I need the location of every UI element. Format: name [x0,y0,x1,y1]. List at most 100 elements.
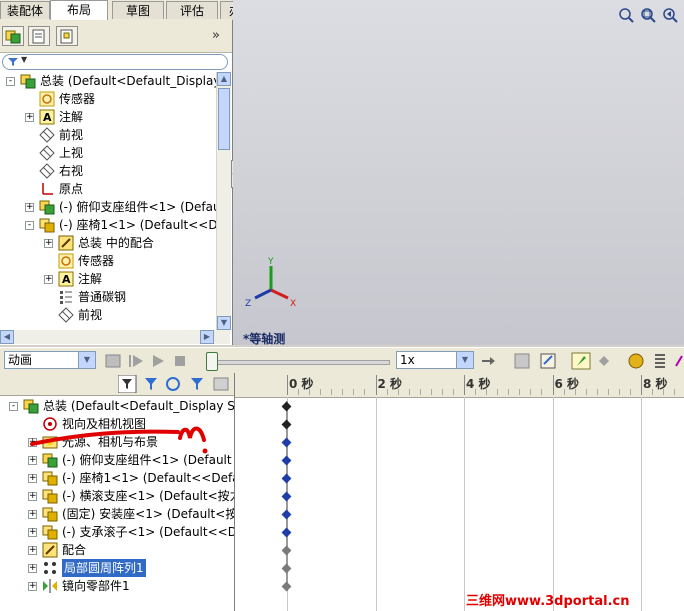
scroll-up-button[interactable]: ▲ [217,72,231,86]
add-update-key-icon[interactable] [599,356,609,366]
filter-animated-icon[interactable] [145,378,157,390]
expand-toggle-icon[interactable]: + [28,492,37,501]
feature-tree-item[interactable]: + A 注解 [0,108,216,126]
material-icon [58,289,74,305]
feature-tree-item-label: 注解 [78,272,103,286]
plane-icon [39,163,55,179]
graphics-viewport[interactable]: Y X Z *等轴测 [233,0,684,346]
motion-tree-item[interactable]: + 配合 [0,541,234,559]
expand-toggle-icon[interactable]: + [28,528,37,537]
save-animation-icon[interactable] [514,353,530,369]
tab-assembly[interactable]: 装配体 [0,1,50,19]
feature-tree-item[interactable]: 前视 [0,126,216,144]
timeline-area[interactable]: 0 秒2 秒4 秒6 秒8 秒 [235,373,684,611]
keyframe-diamond[interactable] [281,563,292,574]
calculate-icon[interactable] [105,354,121,368]
tab-sketch[interactable]: 草图 [112,1,164,19]
motion-tree-item-label: 镜向零部件1 [62,579,130,593]
feature-tree-item[interactable]: + A 注解 [0,270,216,288]
stop-icon[interactable] [175,356,185,366]
timeline-slider[interactable] [206,352,390,371]
feature-tree-item[interactable]: 原点 [0,180,216,198]
motion-tree-item[interactable]: - 总装 (Default<Default_Display S [0,397,234,415]
expand-toggle-icon[interactable]: + [28,474,37,483]
feature-tree-item[interactable]: + (-) 俯仰支座组件<1> (Default< [0,198,216,216]
autokey-icon[interactable] [571,352,591,370]
collapse-toggle-icon[interactable]: - [6,77,15,86]
feature-tree-item-label: 前视 [78,308,103,322]
keyframe-diamond[interactable] [281,527,292,538]
motion-study-toolbar: 动画 ▼ 1x ▼ [0,347,684,374]
expand-toggle-icon[interactable]: + [25,203,34,212]
arrow-right-icon[interactable] [482,357,495,365]
keyframe-diamond[interactable] [281,491,292,502]
chevron-down-icon: ▼ [456,352,473,368]
expand-toggle-icon[interactable]: + [28,546,37,555]
motion-tree-item[interactable]: + (-) 横滚支座<1> (Default<按力 [0,487,234,505]
filter-all-icon[interactable] [118,375,137,393]
feature-tree-item[interactable]: 传感器 [0,252,216,270]
scroll-thumb[interactable] [218,88,230,150]
playback-speed-select[interactable]: 1x ▼ [396,351,474,369]
study-type-select[interactable]: 动画 ▼ [4,351,96,369]
expand-toggle-icon[interactable]: + [28,582,37,591]
keyframe-diamond[interactable] [281,509,292,520]
motor-icon[interactable] [628,353,644,369]
expand-toggle-icon[interactable]: + [28,510,37,519]
feature-tree-item[interactable]: 普通碳钢 [0,288,216,306]
slider-thumb[interactable] [206,352,218,371]
motion-tree-item[interactable]: + 镜向零部件1 [0,577,234,595]
motion-tree-item[interactable]: + (-) 支承滚子<1> (Default<<De [0,523,234,541]
expand-panel-chevron-icon[interactable]: » [212,28,220,43]
keyframe-diamond[interactable] [281,437,292,448]
feature-tree-tab-button[interactable] [2,26,24,46]
filter-results-icon[interactable] [213,377,229,391]
assembly-icon [20,73,36,89]
tab-evaluate[interactable]: 评估 [166,1,218,19]
motion-tree-item[interactable]: + (固定) 安装座<1> (Default<按 [0,505,234,523]
keyframe-diamond[interactable] [281,545,292,556]
assembly-icon [39,199,55,215]
keyframe-diamond[interactable] [281,401,292,412]
feature-tree-item[interactable]: 传感器 [0,90,216,108]
motion-tree-item[interactable]: + 局部圆周阵列1 [0,559,234,577]
tab-layout[interactable]: 布局 [50,0,108,20]
scroll-down-button[interactable]: ▼ [217,316,231,330]
property-icon [32,29,45,44]
collapse-toggle-icon[interactable]: - [25,221,34,230]
part-icon [39,217,55,233]
feature-tree-item[interactable]: - (-) 座椅1<1> (Default<<Defaul [0,216,216,234]
filter-driving-icon[interactable] [166,377,180,391]
spring-icon[interactable] [655,354,665,368]
expand-toggle-icon[interactable]: + [44,275,53,284]
expand-toggle-icon[interactable]: + [28,564,37,573]
feature-tree-filter[interactable]: ▼ [2,54,228,70]
property-manager-tab-button[interactable] [28,26,50,46]
expand-toggle-icon[interactable]: + [44,239,53,248]
playback-speed-value: 1x [400,353,415,367]
play-from-start-icon[interactable] [129,355,143,367]
contact-icon[interactable] [675,355,683,367]
keyframe-diamond[interactable] [281,581,292,592]
feature-tree-horizontal-scrollbar[interactable]: ◀ ▶ [0,330,230,344]
scroll-left-button[interactable]: ◀ [0,330,14,344]
feature-tree-item[interactable]: + 总装 中的配合 [0,234,216,252]
feature-tree-item[interactable]: - 总装 (Default<Default_Display S [0,72,216,90]
expand-toggle-icon[interactable]: + [25,113,34,122]
timeline-gridline [375,397,377,611]
feature-tree-item[interactable]: 前视 [0,306,216,324]
play-icon[interactable] [153,355,164,367]
keyframe-diamond[interactable] [281,473,292,484]
feature-tree-vertical-scrollbar[interactable]: ▲ ▼ [216,72,231,330]
motion-tree-item[interactable]: + (-) 座椅1<1> (Default<<Defau [0,469,234,487]
collapse-toggle-icon[interactable]: - [9,402,18,411]
filter-selected-icon[interactable] [191,378,203,390]
keyframe-diamond[interactable] [281,419,292,430]
configuration-manager-tab-button[interactable] [56,26,78,46]
keyframe-diamond[interactable] [281,455,292,466]
animation-wizard-icon[interactable] [540,353,556,369]
feature-tree-item[interactable]: 上视 [0,144,216,162]
scroll-right-button[interactable]: ▶ [200,330,214,344]
feature-tree-item-label: (-) 座椅1<1> (Default<<Defaul [59,218,216,232]
feature-tree-item[interactable]: 右视 [0,162,216,180]
